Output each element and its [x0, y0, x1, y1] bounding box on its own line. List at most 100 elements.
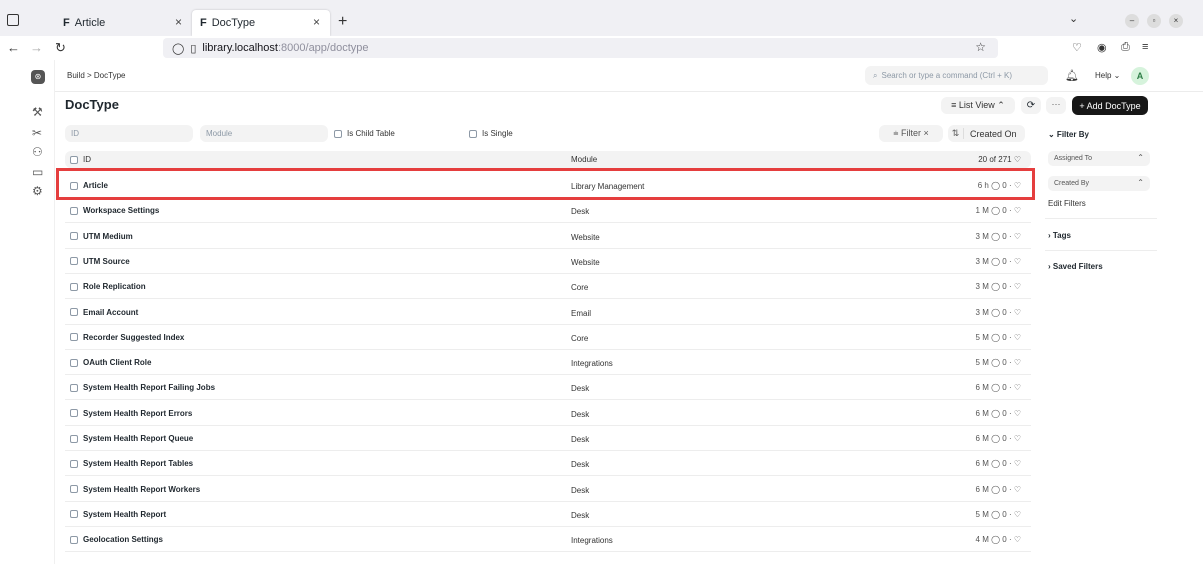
row-checkbox[interactable]: [70, 232, 78, 241]
row-name[interactable]: System Health Report Workers: [70, 485, 200, 494]
row-name[interactable]: Geolocation Settings: [70, 535, 163, 544]
row-name-label[interactable]: Geolocation Settings: [83, 535, 163, 544]
row-name-label[interactable]: System Health Report Errors: [83, 409, 192, 418]
row-name[interactable]: Email Account: [70, 308, 138, 317]
forward-arrow-icon[interactable]: →: [30, 40, 43, 55]
pocket-icon[interactable]: ♡: [1072, 41, 1082, 54]
row-name[interactable]: Workspace Settings: [70, 206, 159, 215]
row-name-label[interactable]: UTM Source: [83, 257, 130, 266]
list-row[interactable]: System Health Report Workers Desk 6 M ◯ 0 …: [65, 477, 1031, 502]
browser-tab-article[interactable]: F Article ×: [55, 10, 192, 36]
row-name-label[interactable]: Workspace Settings: [83, 206, 159, 215]
sort-field-label[interactable]: Created On: [964, 129, 1017, 139]
row-name[interactable]: OAuth Client Role: [70, 358, 151, 367]
row-name[interactable]: Recorder Suggested Index: [70, 333, 184, 342]
is-single-checkbox[interactable]: Is Single: [469, 129, 513, 138]
integrations-icon[interactable]: ⚙: [32, 184, 43, 198]
refresh-button[interactable]: ⟳: [1021, 97, 1041, 114]
restore-icon[interactable]: ▫: [1147, 14, 1161, 28]
row-name-label[interactable]: System Health Report Workers: [83, 485, 200, 494]
row-name[interactable]: System Health Report: [70, 510, 166, 519]
menu-icon[interactable]: ≡: [1142, 41, 1148, 53]
edit-filters-link[interactable]: Edit Filters: [1048, 199, 1086, 208]
list-row[interactable]: System Health Report Failing Jobs Desk 6 M…: [65, 375, 1031, 401]
new-tab-button[interactable]: +: [338, 13, 347, 31]
row-checkbox[interactable]: [70, 510, 78, 519]
row-checkbox[interactable]: [70, 383, 78, 392]
row-checkbox[interactable]: [70, 282, 78, 291]
browser-tab-doctype[interactable]: F DocType ×: [192, 10, 330, 36]
checkbox[interactable]: [334, 129, 342, 138]
row-checkbox[interactable]: [70, 434, 78, 443]
list-view-dropdown[interactable]: ≡ List View ⌃: [941, 97, 1015, 114]
row-checkbox[interactable]: [70, 308, 78, 316]
users-icon[interactable]: ⚇: [32, 145, 43, 159]
row-checkbox[interactable]: [70, 257, 78, 266]
more-actions-button[interactable]: ···: [1046, 97, 1066, 114]
tools-icon[interactable]: ✂: [32, 126, 42, 140]
id-filter-input[interactable]: ID: [65, 125, 193, 142]
avatar[interactable]: A: [1131, 67, 1149, 85]
row-name-label[interactable]: System Health Report Tables: [83, 459, 193, 468]
close-tab-icon[interactable]: ×: [313, 15, 320, 29]
created-by-select[interactable]: Created By ⌃: [1048, 176, 1150, 191]
sort-selector[interactable]: ⇅ Created On: [948, 125, 1025, 142]
sort-order-icon[interactable]: ⇅: [948, 128, 964, 139]
is-child-table-checkbox[interactable]: Is Child Table: [334, 129, 395, 138]
calendar-icon[interactable]: ▭: [32, 165, 43, 179]
build-hammer-icon[interactable]: ⚒: [32, 105, 43, 119]
module-filter-input[interactable]: Module: [200, 125, 328, 142]
list-row[interactable]: Email Account Email 3 M ◯ 0 · ♡: [65, 300, 1031, 325]
minimize-icon[interactable]: –: [1125, 14, 1139, 28]
row-name-label[interactable]: System Health Report: [83, 510, 166, 519]
list-row[interactable]: OAuth Client Role Integrations 5 M ◯ 0 · ♡: [65, 350, 1031, 376]
filter-button[interactable]: ⩧ Filter ×: [879, 125, 943, 142]
reload-icon[interactable]: ↻: [55, 40, 66, 56]
address-bar[interactable]: ◯ ▯ library.localhost :8000/app/doctype …: [163, 38, 998, 58]
row-name[interactable]: System Health Report Errors: [70, 409, 192, 418]
assigned-to-select[interactable]: Assigned To ⌃: [1048, 151, 1150, 166]
saved-filters-section[interactable]: › Saved Filters: [1048, 262, 1103, 271]
row-name[interactable]: System Health Report Failing Jobs: [70, 383, 215, 392]
back-arrow-icon[interactable]: ←: [7, 40, 20, 55]
row-name[interactable]: UTM Medium: [70, 232, 133, 241]
list-row[interactable]: UTM Medium Website 3 M ◯ 0 · ♡: [65, 224, 1031, 249]
search-input[interactable]: ⌕ Search or type a command (Ctrl + K): [865, 66, 1048, 85]
row-checkbox[interactable]: [70, 409, 78, 418]
app-logo-icon[interactable]: ⊛: [31, 70, 45, 84]
row-checkbox[interactable]: [70, 358, 78, 367]
row-name-label[interactable]: Recorder Suggested Index: [83, 333, 184, 342]
tab-list-chevron-icon[interactable]: ⌄: [1069, 12, 1078, 25]
help-dropdown[interactable]: Help ⌄: [1095, 71, 1120, 80]
list-row[interactable]: Workspace Settings Desk 1 M ◯ 0 · ♡: [65, 198, 1031, 224]
extensions-icon[interactable]: ⎙: [1121, 41, 1130, 54]
list-row[interactable]: System Health Report Errors Desk 6 M ◯ 0 ·…: [65, 401, 1031, 426]
list-row[interactable]: Recorder Suggested Index Core 5 M ◯ 0 · ♡: [65, 325, 1031, 350]
row-checkbox[interactable]: [70, 459, 78, 468]
close-tab-icon[interactable]: ×: [175, 15, 182, 29]
list-row[interactable]: System Health Report Tables Desk 6 M ◯ 0 ·…: [65, 451, 1031, 477]
bookmark-star-icon[interactable]: ☆: [975, 40, 986, 54]
row-name[interactable]: System Health Report Queue: [70, 434, 193, 443]
tab-overview-icon[interactable]: [7, 14, 19, 26]
select-all-checkbox[interactable]: [70, 155, 78, 164]
row-checkbox[interactable]: [70, 485, 78, 494]
row-checkbox[interactable]: [70, 206, 78, 215]
list-row[interactable]: UTM Source Website 3 M ◯ 0 · ♡: [65, 249, 1031, 274]
list-row[interactable]: Geolocation Settings Integrations 4 M ◯ 0 …: [65, 527, 1031, 553]
list-row[interactable]: System Health Report Queue Desk 6 M ◯ 0 · …: [65, 426, 1031, 451]
notification-bell-icon[interactable]: 🔔︎: [1065, 69, 1079, 82]
row-checkbox[interactable]: [70, 333, 78, 342]
row-name-label[interactable]: Role Replication: [83, 282, 146, 291]
list-row[interactable]: Role Replication Core 3 M ◯ 0 · ♡: [65, 274, 1031, 300]
account-icon[interactable]: ◉: [1097, 41, 1107, 54]
tags-section[interactable]: › Tags: [1048, 231, 1071, 240]
add-doctype-button[interactable]: + Add DocType: [1072, 96, 1148, 115]
row-name-label[interactable]: UTM Medium: [83, 232, 133, 241]
row-name-label[interactable]: Email Account: [83, 308, 138, 317]
row-checkbox[interactable]: [70, 535, 78, 544]
row-name-label[interactable]: System Health Report Failing Jobs: [83, 383, 215, 392]
row-name-label[interactable]: OAuth Client Role: [83, 358, 151, 367]
close-window-icon[interactable]: ×: [1169, 14, 1183, 28]
row-name[interactable]: System Health Report Tables: [70, 459, 193, 468]
